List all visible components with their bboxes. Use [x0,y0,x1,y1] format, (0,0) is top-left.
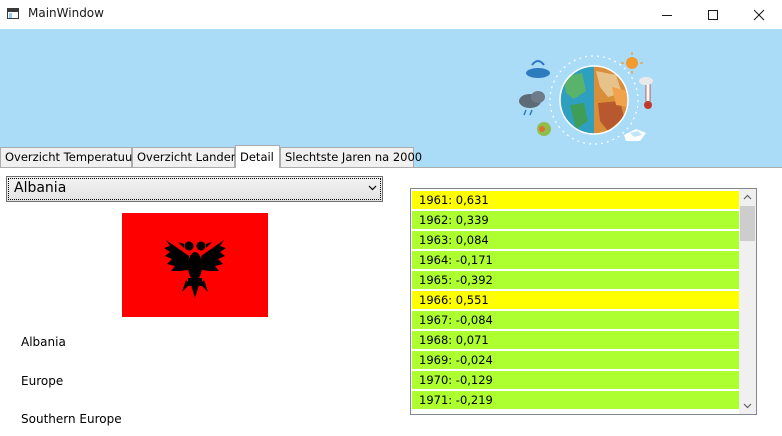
climate-globe-illustration [512,47,662,147]
tab-overzicht-landen[interactable]: Overzicht Landen [132,147,238,168]
tab-overzicht-temperatuur[interactable]: Overzicht Temperatuur [0,147,137,168]
temperature-anomaly-list[interactable]: 1961: 0,631 1962: 0,339 1963: 0,084 1964: -… [410,188,757,415]
country-region: Europe [21,374,64,388]
maximize-button[interactable] [690,0,736,29]
window-title: MainWindow [28,6,104,20]
list-item[interactable]: 1969: -0,024 [412,351,740,369]
tab-strip: Overzicht Temperatuur Overzicht Landen D… [0,145,782,168]
chevron-down-icon [368,185,377,191]
list-item[interactable]: 1961: 0,631 [412,191,740,209]
list-item[interactable]: 1963: 0,084 [412,231,740,249]
list-item[interactable]: 1967: -0,084 [412,311,740,329]
list-item[interactable]: 1970: -0,129 [412,371,740,389]
close-icon [753,9,765,21]
window-app-icon [7,8,19,19]
list-item[interactable]: 1968: 0,071 [412,331,740,349]
anomaly-items: 1961: 0,631 1962: 0,339 1963: 0,084 1964: -… [412,191,740,411]
list-item[interactable]: 1962: 0,339 [412,211,740,229]
chevron-down-icon[interactable] [743,403,752,409]
country-name: Albania [21,335,66,349]
tab-detail[interactable]: Detail [235,145,280,168]
vertical-scrollbar[interactable] [739,189,756,414]
list-item[interactable]: 1966: 0,551 [412,291,740,309]
minimize-icon [662,15,672,16]
detail-panel: Albania Albania Europe Southern Europe 1… [0,168,782,436]
close-button[interactable] [736,0,782,29]
title-bar[interactable]: MainWindow [0,0,782,29]
list-item[interactable]: 1971: -0,219 [412,391,740,409]
country-flag [122,213,268,317]
header-banner [0,29,782,147]
double-headed-eagle-icon [164,240,226,298]
country-subregion: Southern Europe [21,412,122,426]
tab-slechtste-jaren[interactable]: Slechtste Jaren na 2000 [280,147,422,168]
maximize-icon [708,10,718,20]
scrollbar-thumb[interactable] [740,206,755,241]
list-item[interactable]: 1965: -0,392 [412,271,740,289]
country-select-value: Albania [14,180,67,196]
chevron-up-icon[interactable] [743,194,752,200]
country-select[interactable]: Albania [6,176,383,202]
minimize-button[interactable] [644,0,690,29]
list-item[interactable]: 1964: -0,171 [412,251,740,269]
